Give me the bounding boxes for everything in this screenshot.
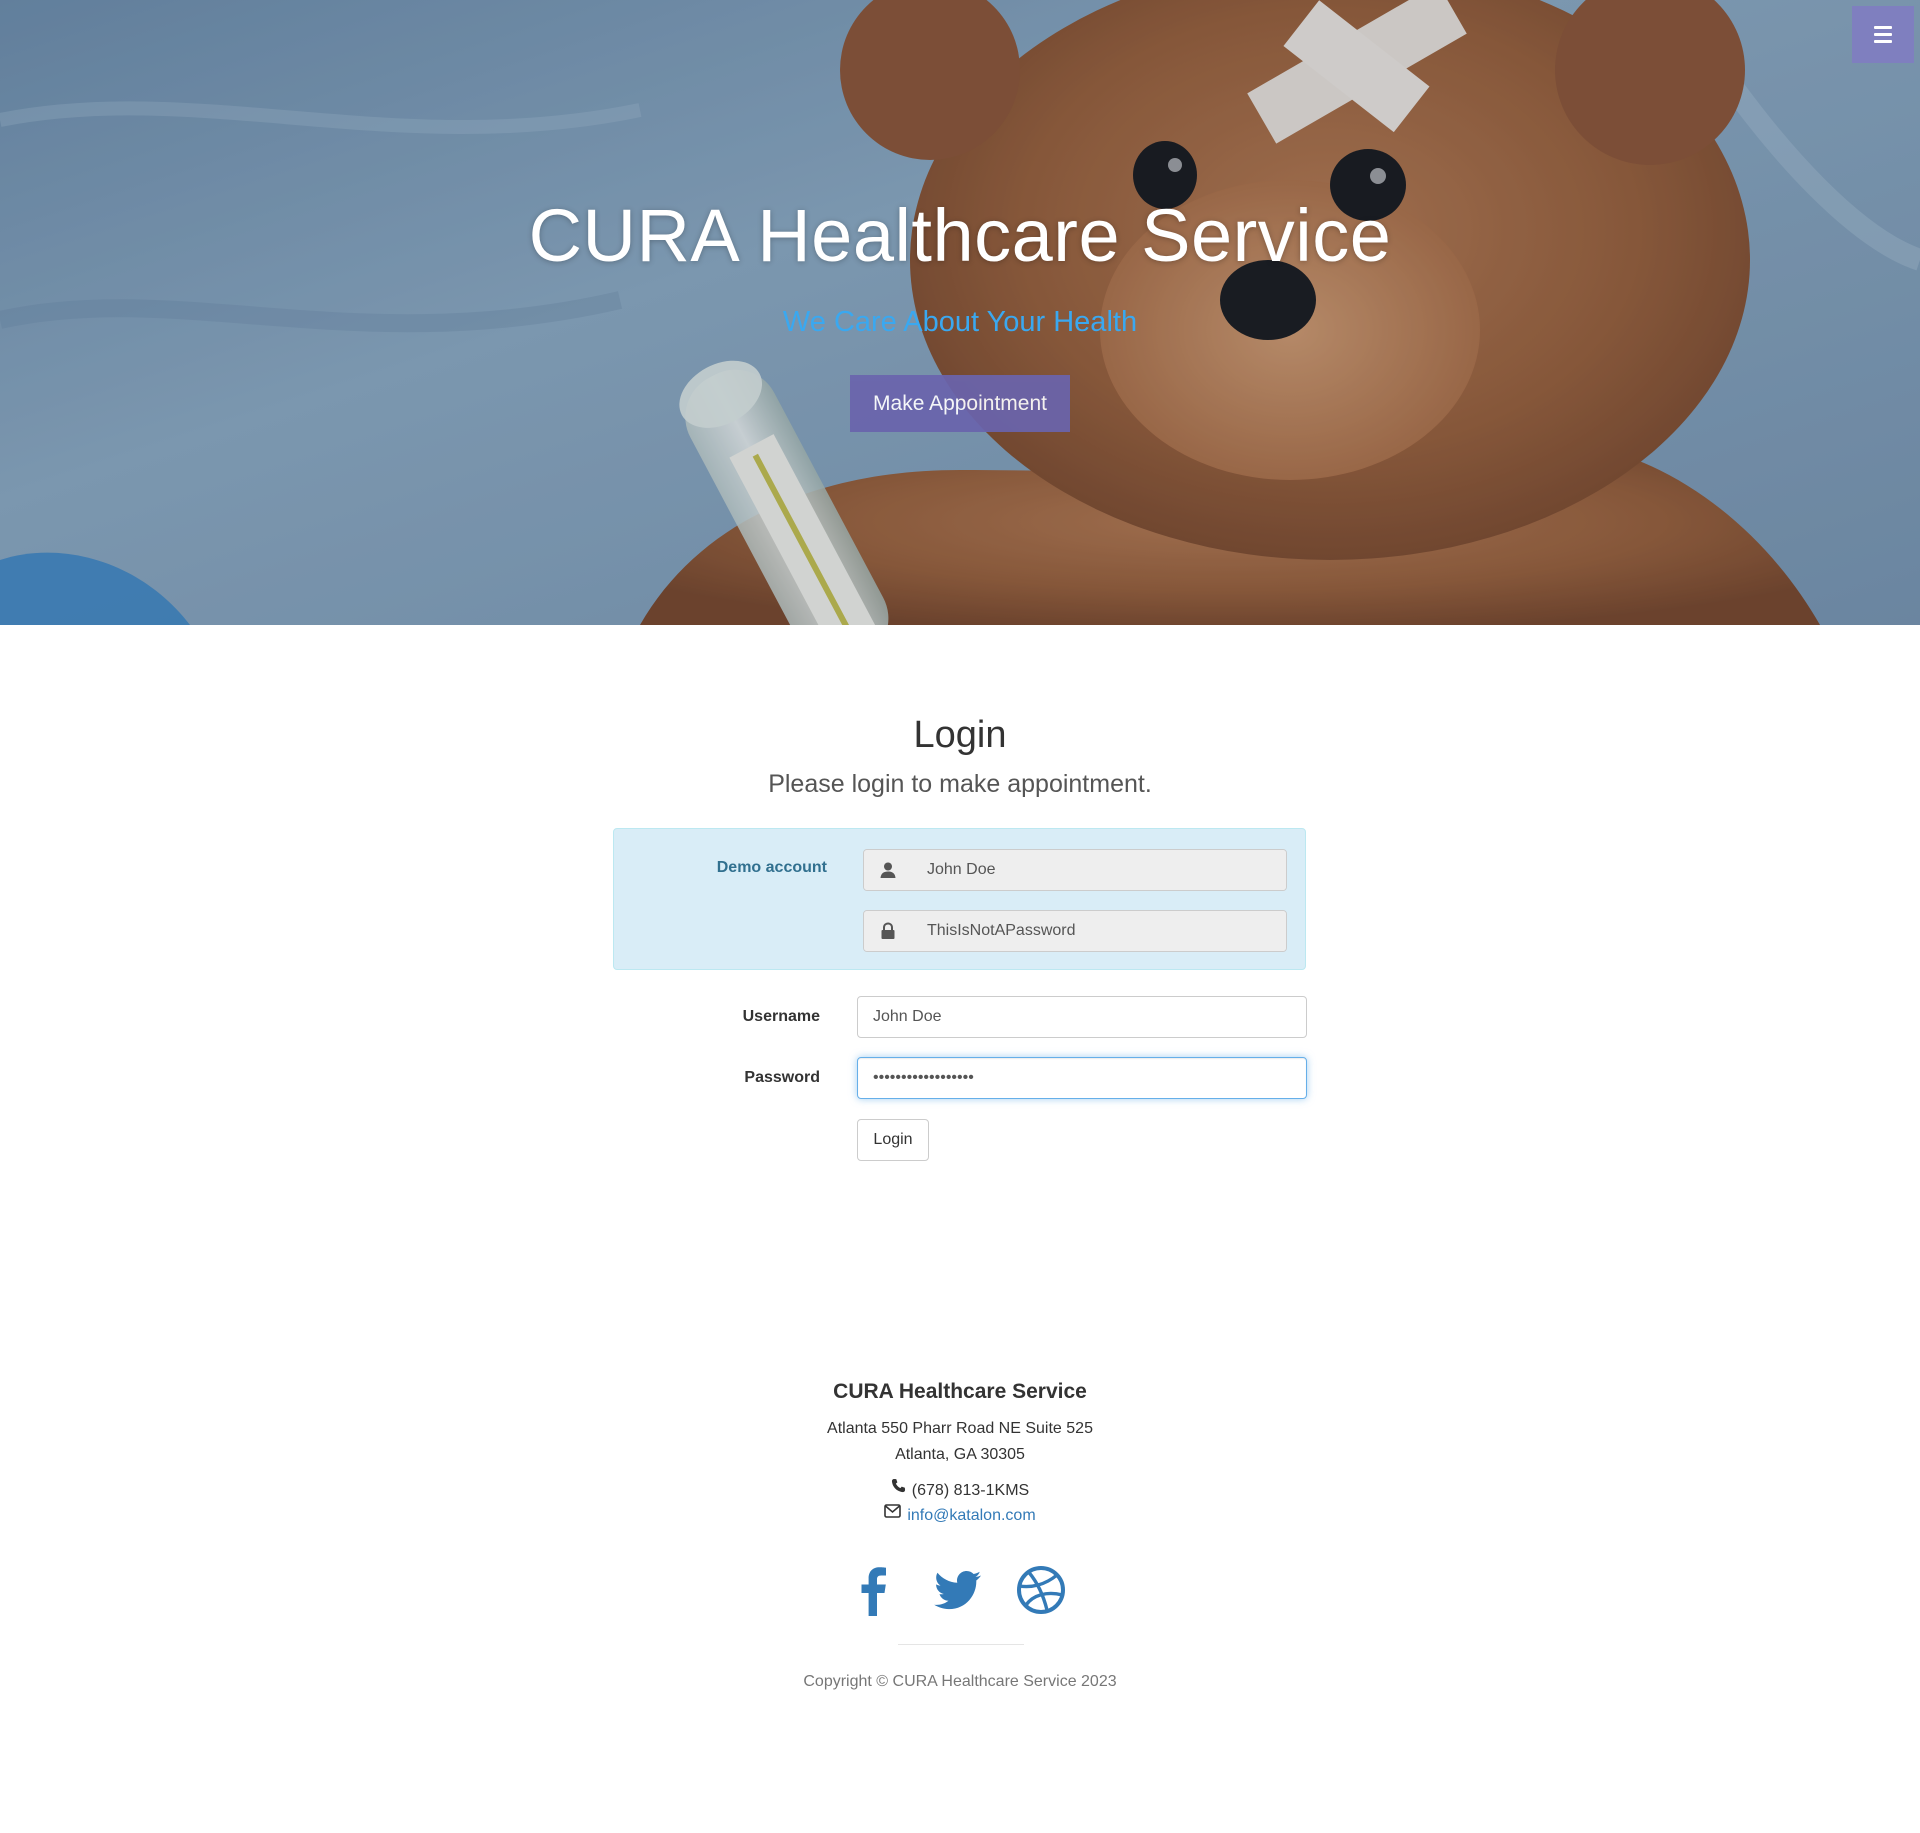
username-label: Username — [742, 1008, 820, 1025]
user-icon — [864, 850, 913, 890]
login-subtitle: Please login to make appointment. — [768, 770, 1152, 798]
footer-email-row: info@katalon.com — [0, 1504, 1920, 1528]
username-input[interactable] — [857, 996, 1307, 1038]
footer-phone: (678) 813-1KMS — [911, 1482, 1030, 1500]
password-input[interactable] — [857, 1057, 1307, 1099]
make-appointment-button[interactable]: Make Appointment — [850, 375, 1070, 432]
demo-account-label: Demo account — [716, 859, 827, 876]
login-button[interactable]: Login — [857, 1119, 929, 1161]
hero-section: CURA Healthcare Service We Care About Yo… — [0, 0, 1920, 625]
login-title: Login — [913, 714, 1007, 756]
menu-toggle-button[interactable] — [1852, 6, 1914, 63]
demo-password-group: ThisIsNotAPassword — [863, 910, 1287, 952]
footer-address-line1: Atlanta 550 Pharr Road NE Suite 525 — [827, 1420, 1093, 1437]
footer-phone-row: (678) 813-1KMS — [0, 1477, 1920, 1503]
dribbble-icon[interactable] — [1013, 1562, 1069, 1618]
demo-password-value: ThisIsNotAPassword — [912, 911, 1286, 951]
demo-username-value: John Doe — [912, 850, 1286, 890]
password-label: Password — [744, 1069, 820, 1086]
twitter-icon[interactable] — [929, 1562, 985, 1618]
copyright-text: Copyright © CURA Healthcare Service 2023 — [803, 1673, 1117, 1690]
facebook-icon[interactable] — [846, 1562, 902, 1618]
hero-tagline: We Care About Your Health — [782, 306, 1138, 338]
footer-title: CURA Healthcare Service — [833, 1380, 1087, 1403]
envelope-icon — [884, 1502, 902, 1526]
lock-icon — [864, 911, 913, 951]
phone-icon — [891, 1477, 906, 1501]
footer-email-link[interactable]: info@katalon.com — [907, 1507, 1035, 1524]
demo-username-group: John Doe — [863, 849, 1287, 891]
footer-address-line2: Atlanta, GA 30305 — [895, 1446, 1025, 1463]
hero-title: CURA Healthcare Service — [528, 194, 1392, 277]
demo-account-panel: Demo account John Doe ThisIsNotAPassword — [613, 828, 1306, 970]
footer-divider — [898, 1644, 1024, 1645]
